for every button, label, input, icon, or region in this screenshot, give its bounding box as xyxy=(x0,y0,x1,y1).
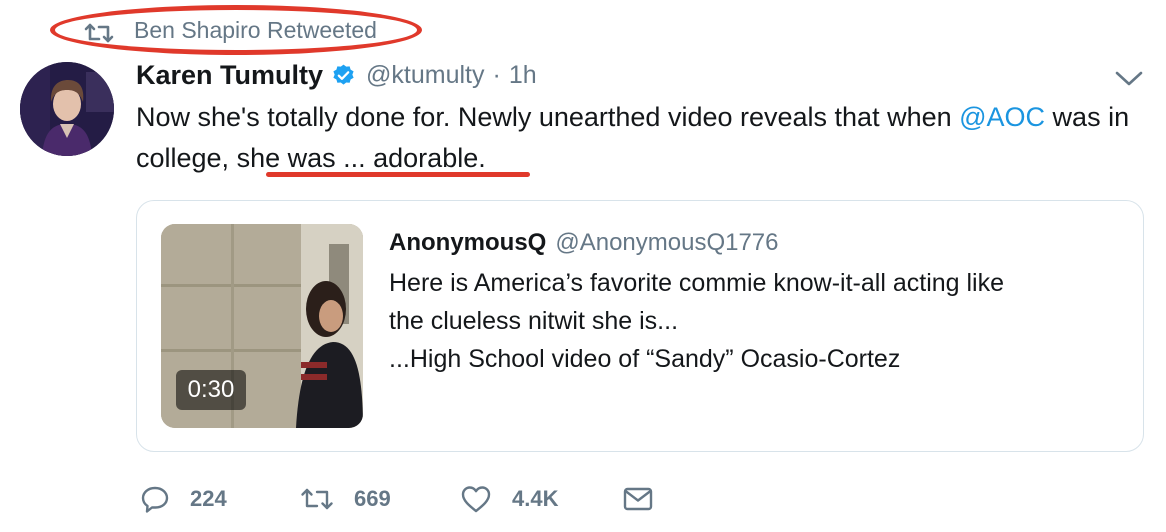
chevron-down-icon[interactable] xyxy=(1114,68,1144,88)
author-handle[interactable]: @ktumulty xyxy=(366,61,484,90)
red-annotation-oval xyxy=(50,5,422,55)
author-name[interactable]: Karen Tumulty xyxy=(136,60,323,91)
quoted-text-line: ...High School video of “Sandy” Ocasio-C… xyxy=(389,345,901,373)
like-count: 4.4K xyxy=(512,486,559,511)
tweet-text: Now she's totally done for. Newly uneart… xyxy=(136,97,1156,179)
quoted-text-line: the clueless nitwit she is... xyxy=(389,307,679,335)
tweet-timestamp[interactable]: 1h xyxy=(509,61,537,90)
red-annotation-underline xyxy=(266,172,530,177)
verified-badge-icon xyxy=(333,64,354,85)
like-icon xyxy=(461,486,491,513)
tweet-text-highlight: she was ... adorable. xyxy=(236,143,486,173)
tweet-header: Karen Tumulty @ktumulty · 1h xyxy=(136,58,537,92)
retweet-count: 669 xyxy=(354,486,391,511)
reply-button[interactable]: 224 xyxy=(140,484,227,514)
quoted-author-name[interactable]: AnonymousQ xyxy=(389,229,546,257)
avatar[interactable] xyxy=(20,62,114,156)
mention-link[interactable]: @AOC xyxy=(959,102,1045,132)
quoted-tweet-header: AnonymousQ @AnonymousQ1776 xyxy=(389,229,779,257)
reply-icon xyxy=(141,486,169,513)
quoted-author-handle[interactable]: @AnonymousQ1776 xyxy=(555,229,778,257)
retweet-icon xyxy=(301,488,333,510)
quoted-text-line: Here is America’s favorite commie know-i… xyxy=(389,269,1005,297)
retweet-button[interactable]: 669 xyxy=(300,484,391,514)
video-duration-badge: 0:30 xyxy=(176,370,246,410)
quoted-tweet-text: Here is America’s favorite commie know-i… xyxy=(389,264,1129,378)
like-button[interactable]: 4.4K xyxy=(460,484,558,514)
direct-message-icon xyxy=(623,487,653,511)
tweet-text-part: Now she's totally done for. Newly uneart… xyxy=(136,102,960,132)
reply-count: 224 xyxy=(190,486,227,511)
direct-message-button[interactable] xyxy=(622,484,654,514)
header-separator: · xyxy=(492,60,501,89)
